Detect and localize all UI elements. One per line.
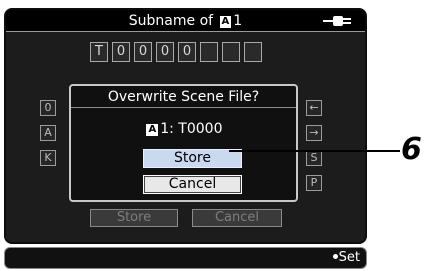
dialog-file-info: A 1: T0000 xyxy=(71,120,296,138)
slot-number: 1 xyxy=(233,13,243,29)
background-cancel-button[interactable]: Cancel xyxy=(192,209,282,227)
keyboard-key[interactable]: A xyxy=(40,125,56,141)
callout-line xyxy=(229,150,400,152)
set-label: Set xyxy=(338,250,360,265)
set-hint: Set xyxy=(332,250,360,266)
name-char-box[interactable]: T xyxy=(90,42,108,62)
keyboard-key[interactable]: → xyxy=(306,125,322,141)
name-char-box[interactable]: 0 xyxy=(134,42,152,62)
slot-a-icon: A xyxy=(146,124,159,136)
name-char-box[interactable]: 0 xyxy=(178,42,196,62)
keyboard-key[interactable]: S xyxy=(306,150,322,166)
scene-file-name: 1: T0000 xyxy=(160,121,223,137)
camera-lcd: Subname of A1 T 0 0 0 0 0 A K ← → S P St… xyxy=(0,0,427,271)
name-char-box[interactable] xyxy=(222,42,240,62)
title-bar: Subname of A1 xyxy=(6,10,365,32)
background-store-button[interactable]: Store xyxy=(90,209,178,227)
set-button-icon xyxy=(332,254,338,259)
keyboard-key[interactable]: 0 xyxy=(40,100,56,116)
name-char-box[interactable]: 0 xyxy=(112,42,130,62)
store-button[interactable]: Store xyxy=(143,149,242,168)
keyboard-key[interactable]: K xyxy=(40,150,56,166)
ac-plug-icon xyxy=(323,16,351,26)
name-char-box[interactable] xyxy=(200,42,218,62)
name-char-box[interactable] xyxy=(244,42,262,62)
dialog-title: Overwrite Scene File? xyxy=(71,86,296,108)
slot-a-icon: A xyxy=(219,16,232,28)
title-prefix: Subname of xyxy=(128,13,214,29)
cancel-button[interactable]: Cancel xyxy=(143,175,242,194)
bottom-guide-bar: Set xyxy=(4,247,367,269)
menu-screen: Subname of A1 T 0 0 0 0 0 A K ← → S P St… xyxy=(4,8,367,244)
overwrite-dialog: Overwrite Scene File? A 1: T0000 Store Ca… xyxy=(69,84,298,202)
keyboard-key[interactable]: ← xyxy=(306,100,322,116)
callout-number: 6 xyxy=(401,132,422,167)
name-char-box[interactable]: 0 xyxy=(156,42,174,62)
keyboard-key[interactable]: P xyxy=(306,175,322,191)
